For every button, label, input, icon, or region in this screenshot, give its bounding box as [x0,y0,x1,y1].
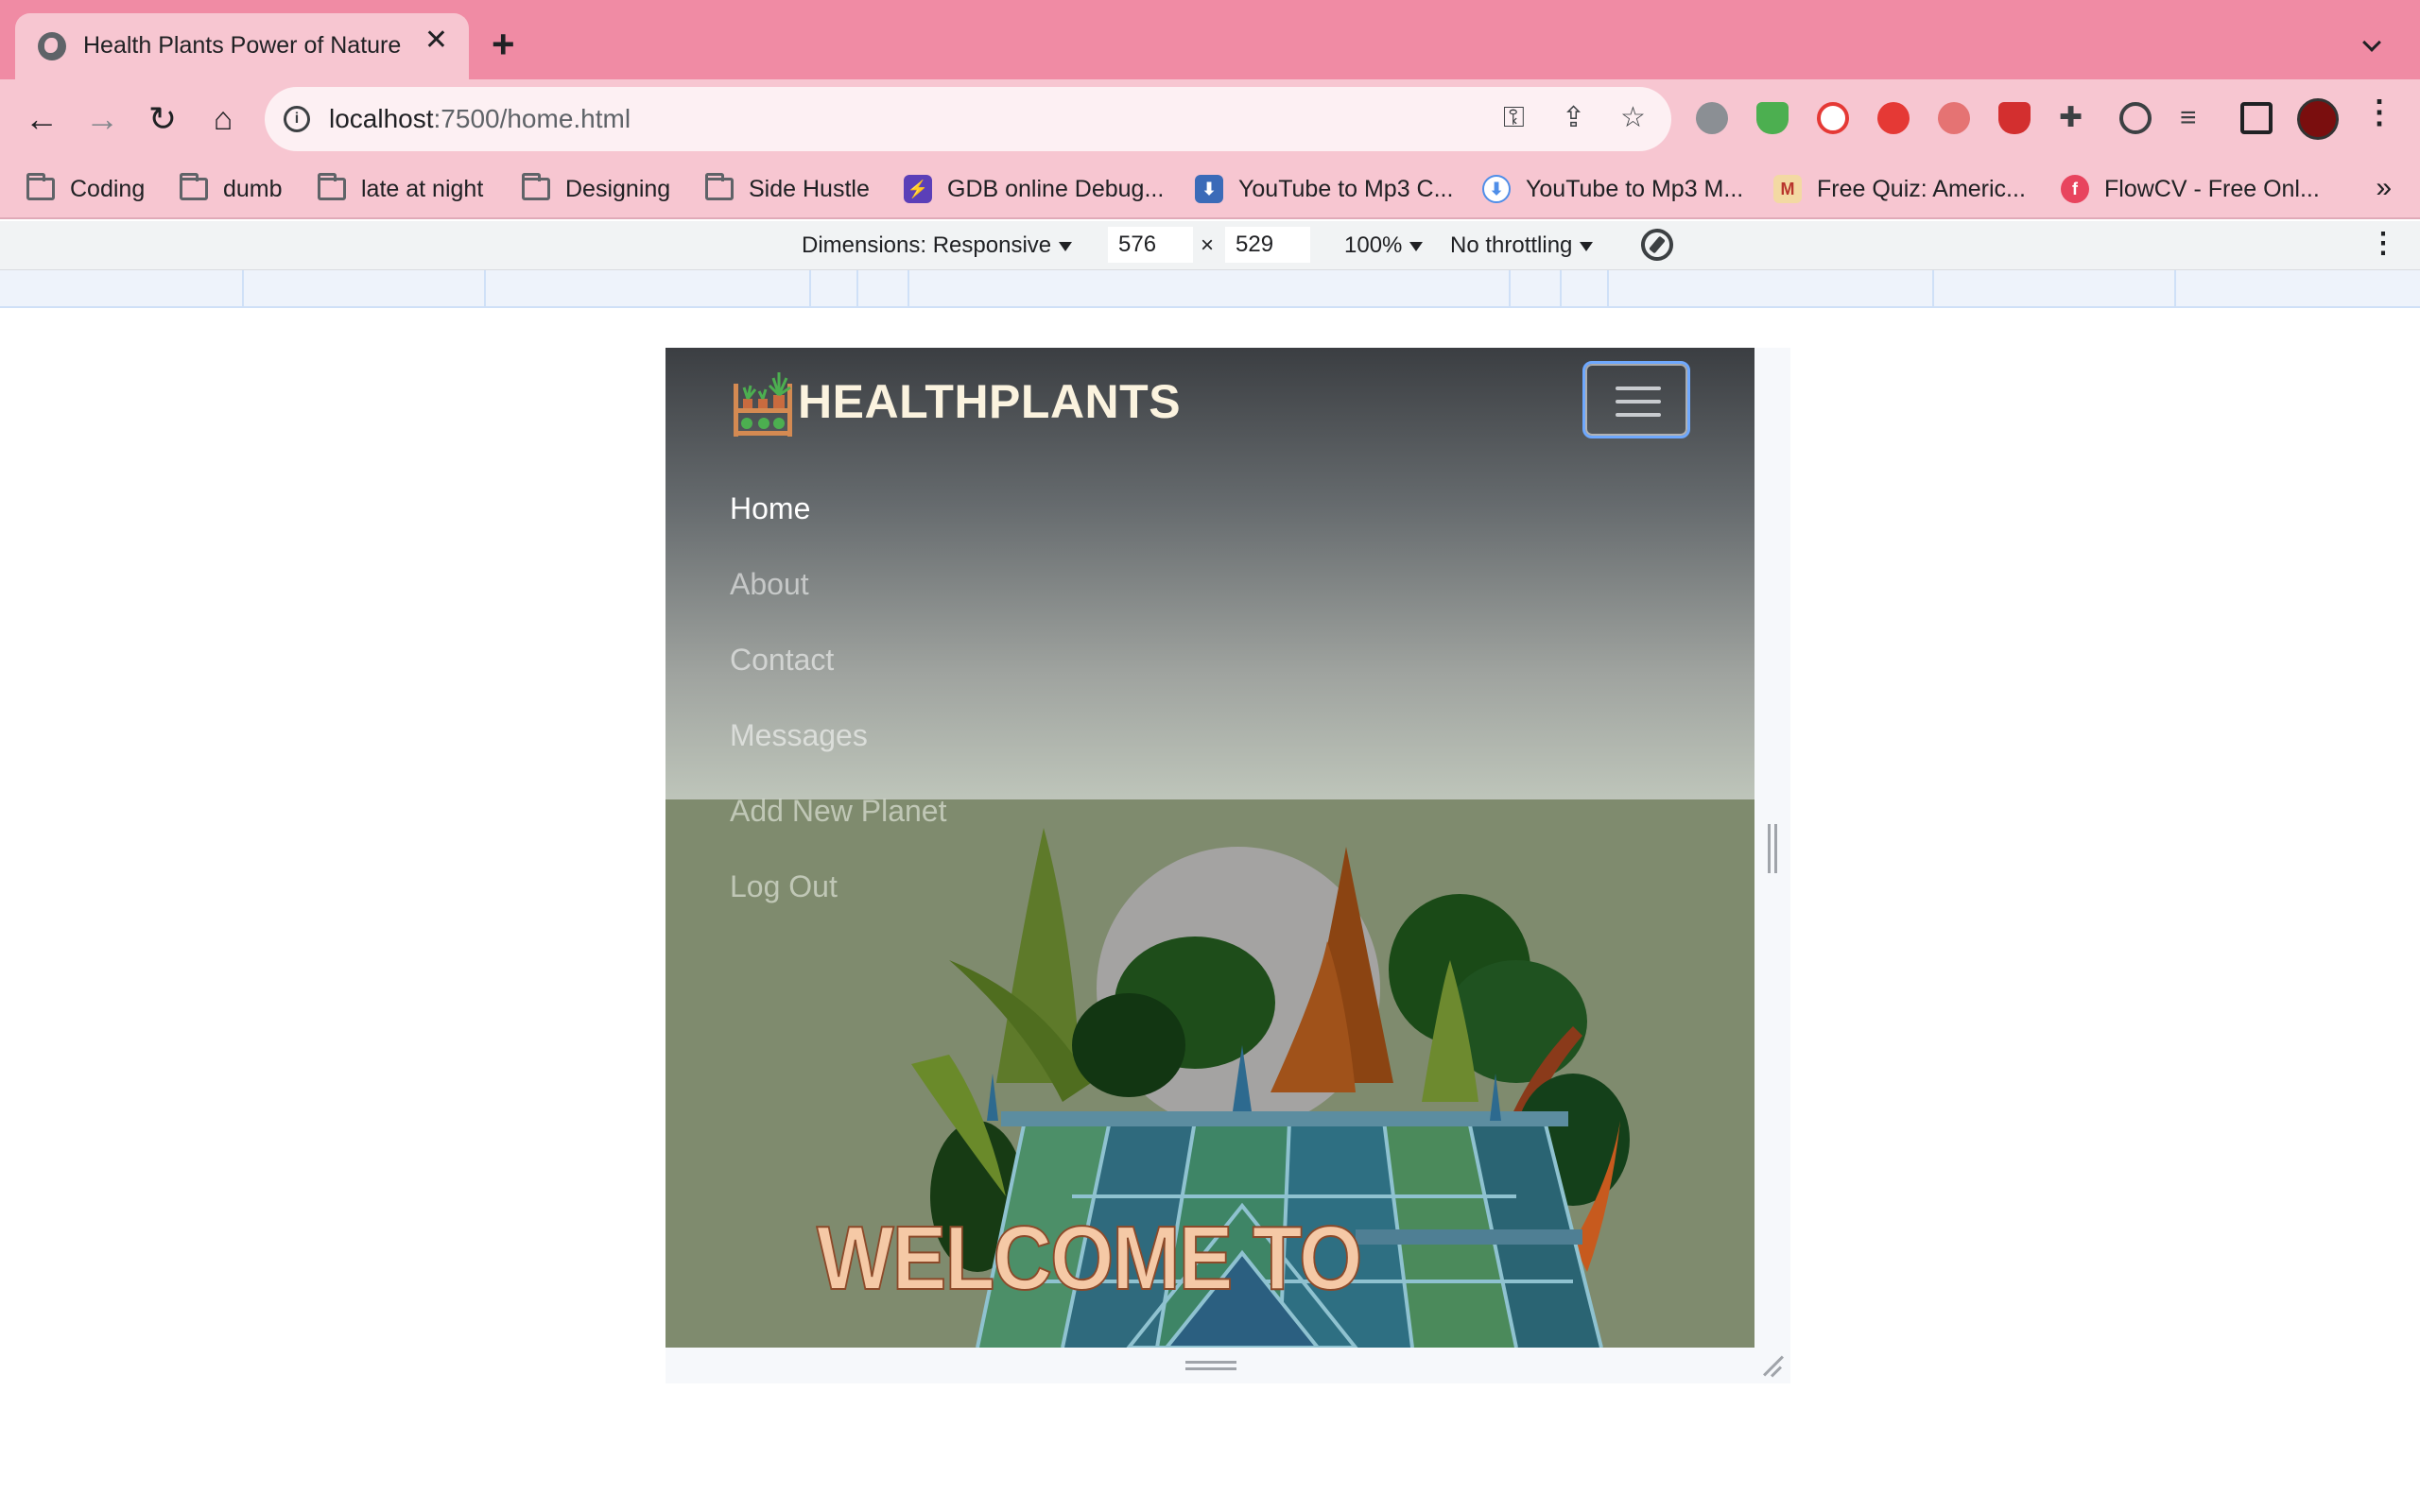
tab-strip: Health Plants Power of Nature ✕ + [0,0,2420,79]
device-width-input[interactable] [1108,227,1193,263]
side-panel-icon[interactable] [2240,102,2273,134]
globe-icon [38,32,66,60]
nav-link-messages[interactable]: Messages [730,697,946,773]
url-text[interactable]: localhost:7500/home.html [329,104,631,134]
back-icon[interactable]: ← [19,96,64,142]
plant-shelf-logo-icon [734,372,792,437]
tab-title: Health Plants Power of Nature [83,32,402,59]
bookmark-dumb[interactable]: dumb [180,172,283,206]
nav-link-about[interactable]: About [730,546,946,622]
brand[interactable]: HEALTHPLANTS [730,370,1181,438]
folder-icon [318,173,346,200]
cloud-download-icon: ⬇ [1482,175,1511,203]
bookmark-coding[interactable]: Coding [26,172,145,206]
quiz-icon: M [1773,175,1802,203]
zoom-dropdown[interactable]: 100% [1344,232,1424,259]
media-query-ruler[interactable] [0,270,2420,308]
dimension-separator: × [1201,232,1215,258]
media-queue-icon[interactable]: ≡ [2180,104,2197,132]
emulated-page: HEALTHPLANTS WELCOME TO Home About Conta… [666,348,1754,1348]
navbar-toggler-button[interactable] [1582,361,1690,438]
hero-title: WELCOME TO [816,1208,1363,1309]
bookmark-youtube-mp3-c[interactable]: ⬇ YouTube to Mp3 C... [1195,172,1453,206]
resize-handle-corner[interactable] [1760,1353,1785,1378]
browser-tab[interactable]: Health Plants Power of Nature ✕ [15,13,469,79]
bookmark-free-quiz[interactable]: M Free Quiz: Americ... [1773,172,2026,206]
gdb-icon: ⚡ [904,175,932,203]
bookmark-late-at-night[interactable]: late at night [318,172,483,206]
dimensions-dropdown[interactable]: Dimensions: Responsive [802,232,1073,259]
performance-icon[interactable] [2119,102,2152,134]
caret-down-icon [1059,241,1073,251]
caret-down-icon [1409,241,1424,251]
flowcv-icon: f [2061,175,2089,203]
resize-handle-right[interactable] [1768,824,1777,873]
security-extension-icon[interactable] [1998,102,2031,134]
nav-link-log-out[interactable]: Log Out [730,849,946,924]
youtube-extension-icon[interactable] [1817,102,1849,134]
device-height-input[interactable] [1225,227,1310,263]
stop-hand-extension-icon[interactable] [1877,102,1910,134]
folder-icon [522,173,550,200]
adblock-extension-icon[interactable] [1938,102,1970,134]
browser-menu-icon[interactable]: ⋮ [2363,96,2395,129]
nav-link-home[interactable]: Home [730,471,946,546]
globe-extension-icon[interactable] [1696,102,1728,134]
key-icon[interactable]: ⚿ [1503,104,1525,132]
nav-link-contact[interactable]: Contact [730,622,946,697]
puzzle-extensions-icon[interactable]: ✚ [2059,104,2083,132]
throttling-dropdown[interactable]: No throttling [1450,232,1594,259]
more-bookmarks-icon[interactable]: » [2376,172,2392,204]
device-toolbar: Dimensions: Responsive × 100% No throttl… [0,221,2420,270]
profile-avatar[interactable] [2297,98,2339,140]
nav-links: Home About Contact Messages Add New Plan… [730,471,946,924]
tab-search-chevron-icon[interactable] [2362,33,2381,52]
new-tab-button[interactable]: + [492,25,515,64]
nav-link-add-new-planet[interactable]: Add New Planet [730,773,946,849]
share-icon[interactable]: ⇪ [1562,104,1585,132]
reload-icon[interactable]: ↻ [140,96,185,142]
folder-icon [705,173,734,200]
bookmark-star-icon[interactable]: ☆ [1620,104,1646,132]
caret-down-icon [1580,241,1594,251]
download-icon: ⬇ [1195,175,1223,203]
close-tab-icon[interactable]: ✕ [424,26,448,55]
folder-icon [26,173,55,200]
bookmark-flowcv[interactable]: f FlowCV - Free Onl... [2061,172,2320,206]
bookmark-youtube-mp3-m[interactable]: ⬇ YouTube to Mp3 M... [1482,172,1743,206]
forward-icon[interactable]: → [79,96,125,142]
shield-extension-icon[interactable] [1756,102,1789,134]
bookmark-side-hustle[interactable]: Side Hustle [705,172,870,206]
address-bar[interactable]: i localhost:7500/home.html ⚿ ⇪ ☆ [265,87,1671,151]
folder-icon [180,173,208,200]
device-toolbar-menu-icon[interactable]: ⋮ [2369,227,2397,260]
site-info-icon[interactable]: i [284,106,310,132]
bookmarks-bar: Coding dumb late at night Designing Side… [0,159,2420,219]
resize-handle-bottom[interactable] [1185,1361,1236,1370]
brand-name: HEALTHPLANTS [798,375,1182,428]
bookmark-designing[interactable]: Designing [522,172,670,206]
home-icon[interactable]: ⌂ [200,96,246,142]
browser-toolbar: ← → ↻ ⌂ i localhost:7500/home.html ⚿ ⇪ ☆… [0,79,2420,159]
rotate-icon[interactable] [1634,222,1680,267]
bookmark-gdb[interactable]: ⚡ GDB online Debug... [904,172,1164,206]
